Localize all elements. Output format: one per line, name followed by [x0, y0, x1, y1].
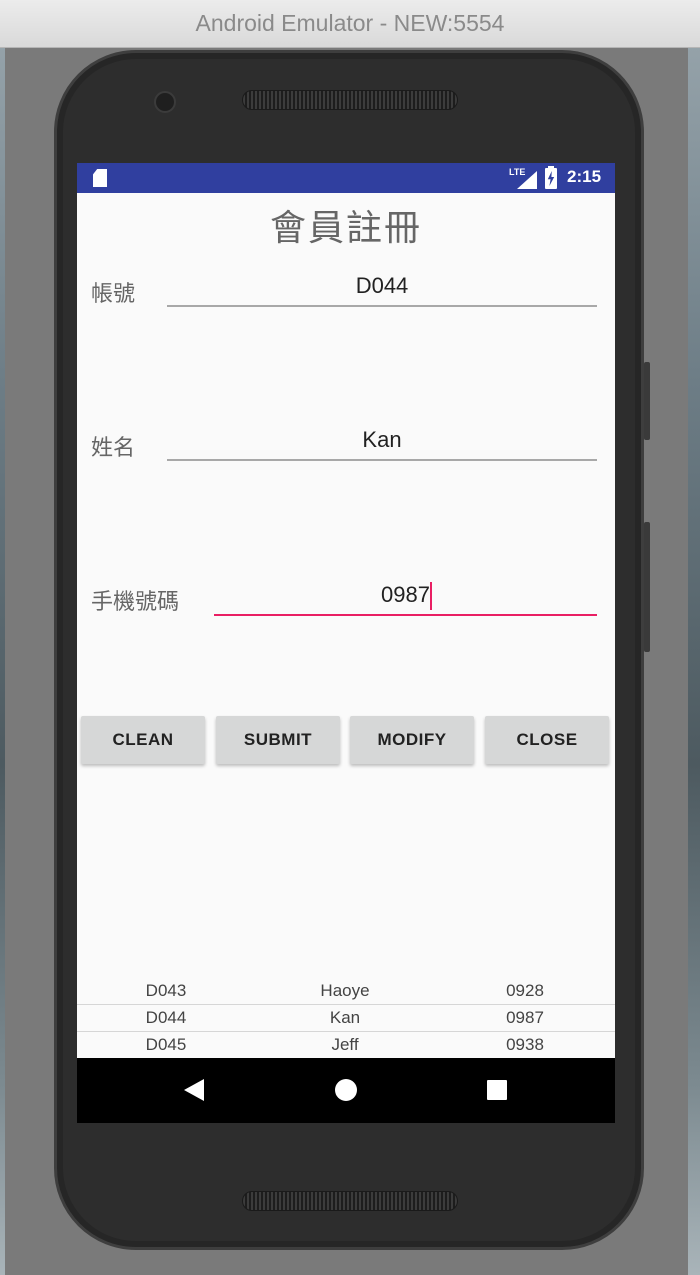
member-list[interactable]: D043 Haoye 0928 D044 Kan 0987 D045 Jeff … — [77, 978, 615, 1059]
name-input[interactable] — [167, 421, 597, 461]
home-icon[interactable] — [335, 1079, 357, 1101]
clean-button[interactable]: CLEAN — [81, 716, 205, 764]
list-item-name: Jeff — [331, 1035, 359, 1054]
back-icon[interactable] — [184, 1079, 204, 1101]
list-item[interactable]: D044 Kan 0987 — [77, 1005, 615, 1032]
list-item-name: Haoye — [320, 981, 370, 1000]
sd-card-icon — [93, 169, 107, 187]
list-item-account: D045 — [145, 1035, 187, 1054]
name-label: 姓名 — [91, 436, 136, 461]
emulator-titlebar: Android Emulator - NEW:5554 — [0, 0, 700, 48]
top-speaker-grille — [242, 90, 458, 110]
account-input[interactable] — [167, 267, 597, 307]
window-title: Android Emulator - NEW:5554 — [195, 10, 505, 36]
modify-button[interactable]: MODIFY — [350, 716, 474, 764]
list-item-phone: 0987 — [506, 1008, 544, 1027]
list-item-name: Kan — [329, 1008, 361, 1027]
submit-button[interactable]: SUBMIT — [216, 716, 340, 764]
page-title: 會員註冊 — [269, 208, 422, 249]
account-label: 帳號 — [91, 282, 136, 307]
status-bar: LTE 2:15 — [77, 163, 615, 193]
navigation-bar — [77, 1058, 615, 1123]
bottom-speaker-grille — [242, 1191, 458, 1211]
charging-bolt-icon — [547, 171, 555, 186]
device-screen: LTE 2:15 會員註冊 帳號 姓名 手機號碼 CLEAN SUBMIT MO… — [77, 163, 615, 1123]
recent-apps-icon[interactable] — [487, 1080, 507, 1100]
battery-charging-icon — [545, 166, 557, 189]
list-item-phone: 0928 — [506, 981, 544, 1000]
phone-input[interactable] — [214, 576, 597, 616]
list-item-account: D043 — [145, 981, 187, 1000]
lte-signal-icon: LTE — [509, 167, 539, 189]
front-camera-icon — [154, 91, 176, 113]
list-item[interactable]: D043 Haoye 0928 — [77, 978, 615, 1005]
list-item[interactable]: D045 Jeff 0938 — [77, 1032, 615, 1059]
close-button[interactable]: CLOSE — [485, 716, 609, 764]
phone-label: 手機號碼 — [91, 590, 180, 615]
status-clock: 2:15 — [567, 167, 602, 186]
text-cursor — [430, 582, 432, 610]
list-item-phone: 0938 — [506, 1035, 544, 1054]
list-item-account: D044 — [145, 1008, 187, 1027]
volume-button[interactable] — [644, 522, 650, 652]
power-button[interactable] — [644, 362, 650, 440]
network-type: LTE — [509, 167, 526, 177]
